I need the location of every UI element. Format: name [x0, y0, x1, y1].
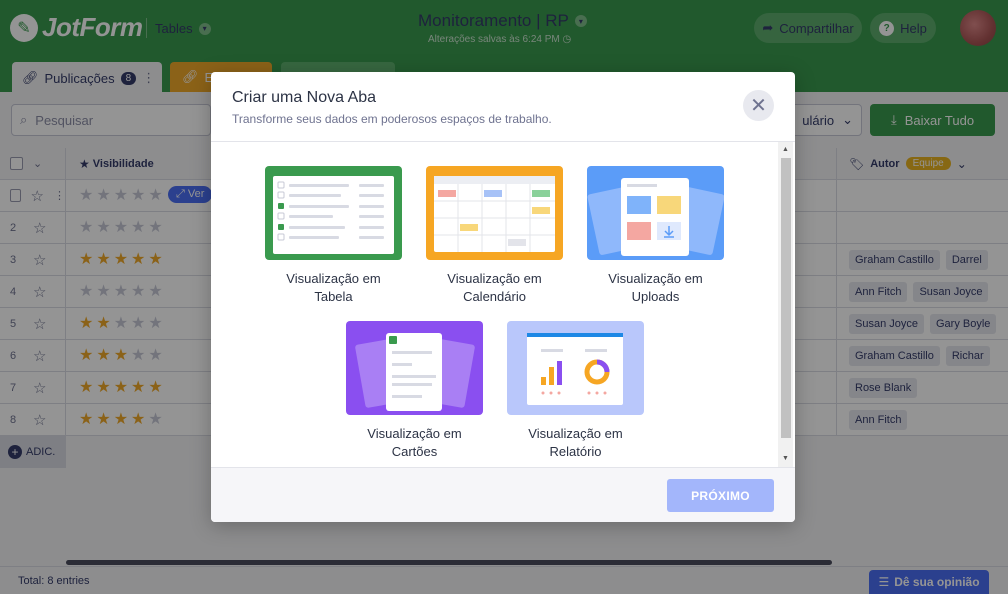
- option-report-view[interactable]: Visualização em Relatório: [507, 321, 644, 461]
- uploads-view-icon: [587, 166, 724, 260]
- option-cards-view[interactable]: Visualização em Cartões: [346, 321, 483, 461]
- table-view-icon: [265, 166, 402, 260]
- option-label: Visualização em Tabela: [286, 271, 381, 304]
- scroll-down-icon[interactable]: ▼: [782, 455, 789, 462]
- option-label: Visualização em Calendário: [447, 271, 542, 304]
- create-tab-modal: Criar uma Nova Aba Transforme seus dados…: [211, 72, 795, 522]
- modal-scrollbar-thumb[interactable]: [781, 158, 791, 438]
- option-table-view[interactable]: Visualização em Tabela: [265, 166, 402, 306]
- scroll-up-icon[interactable]: ▲: [782, 146, 789, 153]
- modal-title: Criar uma Nova Aba: [232, 89, 377, 106]
- report-view-icon: [507, 321, 644, 415]
- cards-view-icon: [346, 321, 483, 415]
- option-uploads-view[interactable]: Visualização em Uploads: [587, 166, 724, 306]
- option-label: Visualização em Uploads: [608, 271, 703, 304]
- option-label: Visualização em Relatório: [528, 426, 623, 459]
- option-calendar-view[interactable]: Visualização em Calendário: [426, 166, 563, 306]
- option-label: Visualização em Cartões: [367, 426, 462, 459]
- next-button[interactable]: PRÓXIMO: [667, 479, 774, 512]
- calendar-view-icon: [426, 166, 563, 260]
- modal-subtitle: Transforme seus dados em poderosos espaç…: [232, 112, 552, 126]
- divider: [211, 141, 795, 142]
- close-icon[interactable]: ✕: [743, 90, 774, 121]
